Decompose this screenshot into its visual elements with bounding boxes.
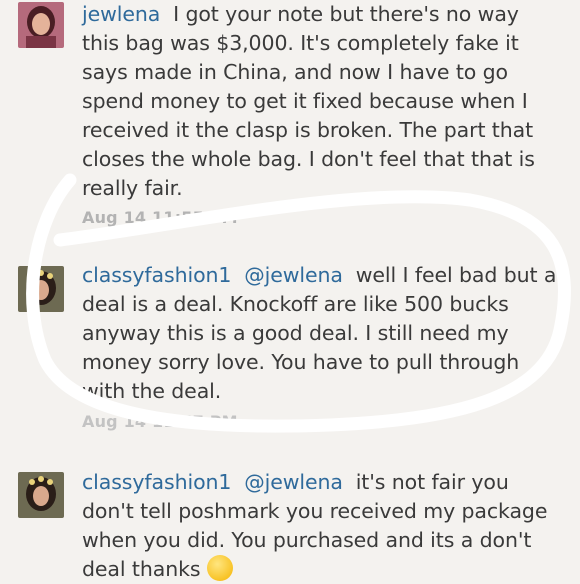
username-link[interactable]: classyfashion1 xyxy=(82,470,231,494)
avatar[interactable] xyxy=(18,2,64,48)
username-link[interactable]: classyfashion1 xyxy=(82,263,231,287)
timestamp: Aug 14 11:57 PM xyxy=(82,412,238,431)
smiling-emoji-icon xyxy=(206,555,233,581)
username-link[interactable]: jewlena xyxy=(82,2,160,26)
mention-link[interactable]: @jewlena xyxy=(244,263,343,287)
comment-text: classyfashion1 @jewlena it's not fair yo… xyxy=(82,468,560,584)
timestamp: Aug 14 11:55 PM xyxy=(82,208,238,227)
avatar[interactable] xyxy=(18,266,64,312)
comment-body: I got your note but there's no way this … xyxy=(82,2,535,200)
comment-text: jewlena I got your note but there's no w… xyxy=(82,0,560,203)
avatar[interactable] xyxy=(18,472,64,518)
comment-text: classyfashion1 @jewlena well I feel bad … xyxy=(82,261,560,406)
mention-link[interactable]: @jewlena xyxy=(244,470,343,494)
